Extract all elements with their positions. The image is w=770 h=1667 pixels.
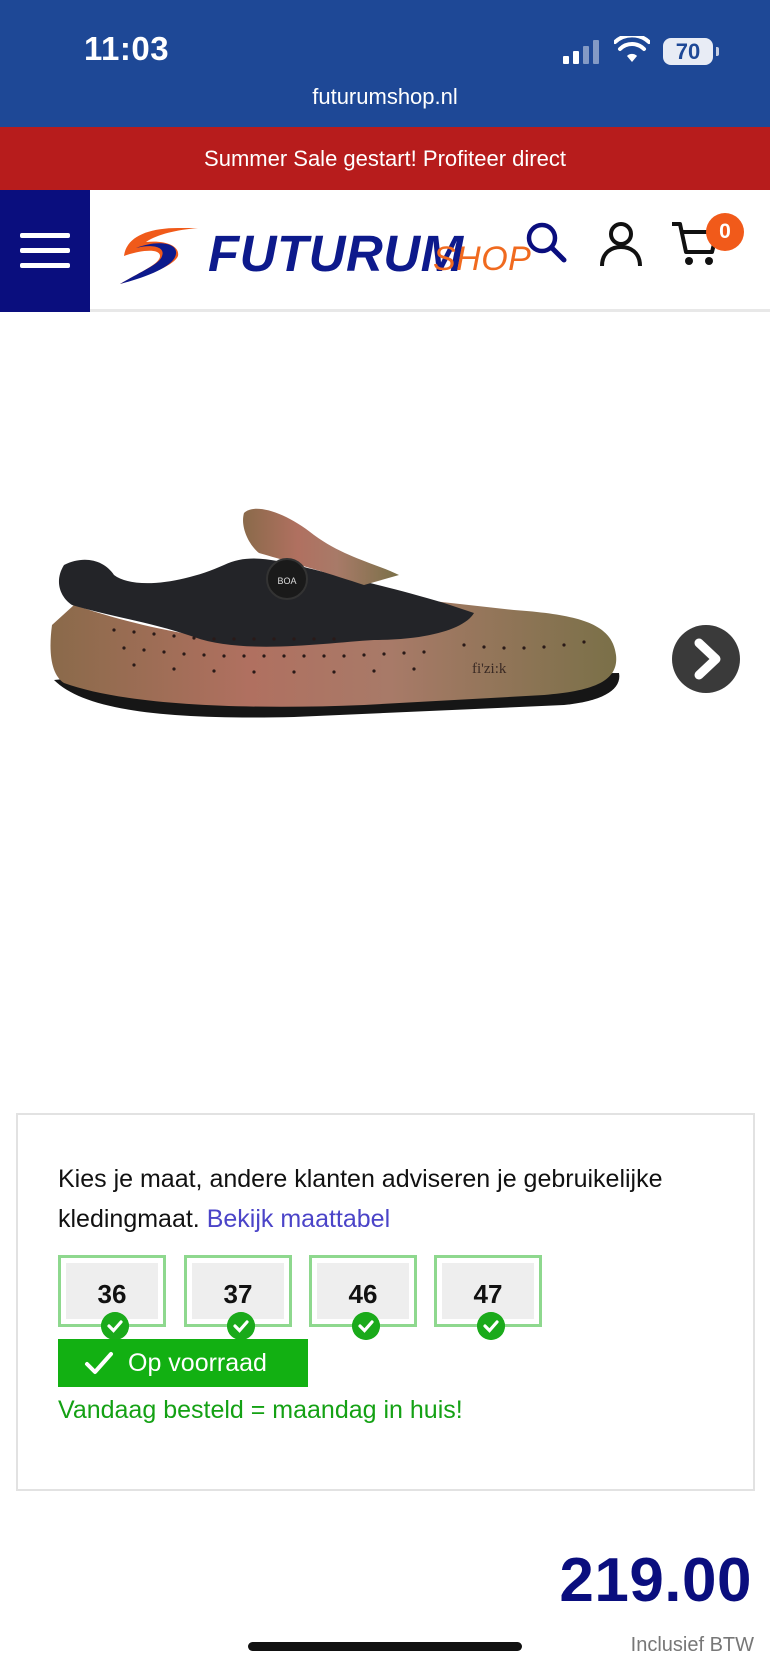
size-option-37[interactable]: 37: [184, 1255, 292, 1340]
menu-icon-bar: [20, 248, 70, 253]
stock-status-badge: Op voorraad: [58, 1339, 308, 1387]
shoe-image: BOA fi'zi:k: [50, 508, 620, 718]
size-label: 47: [442, 1263, 534, 1319]
size-label: 36: [66, 1263, 158, 1319]
size-label: 37: [192, 1263, 284, 1319]
menu-icon-bar: [20, 233, 70, 238]
svg-text:fi'zi:k: fi'zi:k: [472, 661, 507, 677]
svg-text:BOA: BOA: [277, 576, 296, 586]
status-time: 11:03: [84, 30, 170, 67]
battery-indicator: 70: [663, 38, 719, 65]
chevron-right-icon: [694, 638, 721, 680]
promo-banner[interactable]: Summer Sale gestart! Profiteer direct: [0, 127, 770, 190]
in-stock-check-icon: [352, 1312, 380, 1340]
logo-text-main: FUTURUM: [208, 225, 464, 282]
size-selector-panel: Kies je maat, andere klanten adviseren j…: [16, 1113, 755, 1491]
stock-status-label: Op voorraad: [128, 1349, 267, 1377]
wifi-icon: [614, 36, 650, 62]
logo-text-sub: SHOP: [433, 240, 532, 278]
size-chart-link[interactable]: Bekijk maattabel: [207, 1205, 390, 1233]
user-icon[interactable]: [598, 220, 644, 268]
in-stock-check-icon: [477, 1312, 505, 1340]
status-bar: 11:03 70 futurumshop.nl: [0, 0, 770, 127]
site-logo[interactable]: FUTURUM SHOP: [116, 216, 531, 288]
size-option-36[interactable]: 36: [58, 1255, 166, 1340]
size-advice-text: Kies je maat, andere klanten adviseren j…: [58, 1159, 718, 1239]
checkmark-icon: [85, 1352, 113, 1374]
size-option-46[interactable]: 46: [309, 1255, 417, 1340]
menu-icon-bar: [20, 263, 70, 268]
delivery-promise: Vandaag besteld = maandag in huis!: [58, 1396, 463, 1424]
site-header: FUTURUM SHOP: [0, 190, 770, 312]
product-price: 219.00: [559, 1546, 752, 1615]
size-label: 46: [317, 1263, 409, 1319]
in-stock-check-icon: [227, 1312, 255, 1340]
gallery-next-button[interactable]: [672, 625, 740, 693]
signal-icon: [563, 40, 601, 64]
cart-count-badge[interactable]: 0: [706, 213, 744, 251]
vat-note: Inclusief BTW: [630, 1634, 754, 1656]
in-stock-check-icon: [101, 1312, 129, 1340]
product-gallery: BOA fi'zi:k: [0, 315, 770, 1105]
url-bar[interactable]: futurumshop.nl: [0, 84, 770, 110]
home-indicator[interactable]: [248, 1642, 522, 1651]
menu-button[interactable]: [0, 190, 90, 312]
search-icon[interactable]: [524, 220, 568, 264]
logo-swoosh-icon: [120, 228, 198, 284]
size-option-47[interactable]: 47: [434, 1255, 542, 1340]
